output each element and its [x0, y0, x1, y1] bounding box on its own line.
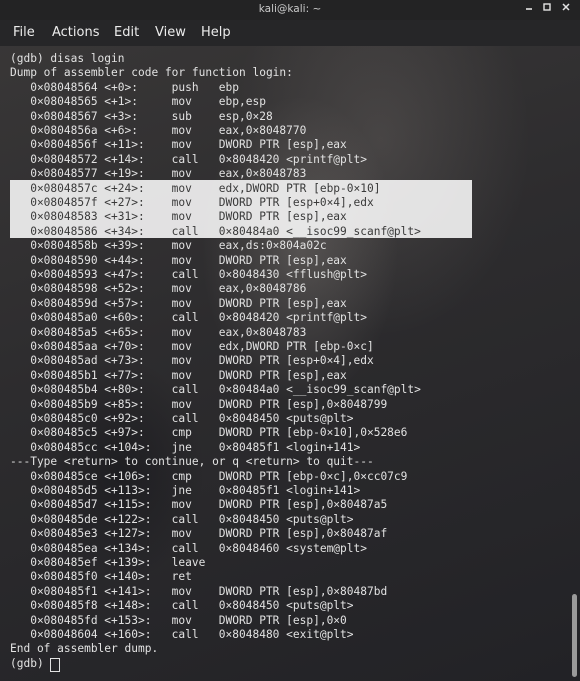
terminal-line: 0×080485a5 <+65>: mov eax,0×8048783: [10, 325, 307, 339]
close-icon: [559, 2, 573, 12]
terminal-line: 0×080485cc <+104>: jne 0×80485f1 <login+…: [10, 440, 361, 454]
terminal-output[interactable]: (gdb) disas login Dump of assembler code …: [0, 52, 580, 681]
terminal-line: 0×08048590 <+44>: mov DWORD PTR [esp],ea…: [10, 253, 347, 267]
menu-actions[interactable]: Actions: [52, 25, 100, 40]
terminal-line: 0×080485ea <+134>: call 0×8048460 <syste…: [10, 541, 367, 555]
terminal-line: 0×080485d7 <+115>: mov DWORD PTR [esp],0…: [10, 498, 388, 512]
terminal-line: 0×0804859d <+57>: mov DWORD PTR [esp],ea…: [10, 296, 347, 310]
terminal-line: 0×080485f0 <+140>: ret: [10, 570, 192, 584]
terminal-line: 0×08048586 <+34>: call 0×80484a0 <__isoc…: [10, 224, 421, 238]
terminal-line: 0×080485b4 <+80>: call 0×80484a0 <__isoc…: [10, 383, 421, 397]
terminal-line: 0×0804857f <+27>: mov DWORD PTR [esp+0×4…: [10, 196, 374, 209]
terminal-line: 0×080485ad <+73>: mov DWORD PTR [esp+0×4…: [10, 354, 374, 368]
terminal-line: 0×080485f1 <+141>: mov DWORD PTR [esp],0…: [10, 584, 388, 598]
terminal-line: (gdb) disas login: [10, 52, 125, 65]
terminal-line: 0×0804856f <+11>: mov DWORD PTR [esp],ea…: [10, 138, 347, 152]
terminal-line: 0×0804858b <+39>: mov eax,ds:0×804a02c: [10, 239, 327, 253]
close-button[interactable]: [559, 2, 573, 16]
terminal-line: 0×080485b1 <+77>: mov DWORD PTR [esp],ea…: [10, 368, 347, 382]
terminal-line: 0×08048572 <+14>: call 0×8048420 <printf…: [10, 152, 367, 166]
menu-file[interactable]: File: [13, 25, 35, 40]
terminal-line: 0×080485f8 <+148>: call 0×8048450 <puts@…: [10, 599, 354, 613]
terminal-line: 0×080485ef <+139>: leave: [10, 556, 206, 569]
text-cursor: [50, 657, 61, 672]
menu-view[interactable]: View: [155, 25, 186, 40]
terminal-line: 0×08048598 <+52>: mov eax,0×8048786: [10, 282, 307, 296]
terminal-line: 0×080485c0 <+92>: call 0×8048450 <puts@p…: [10, 412, 354, 425]
menu-edit[interactable]: Edit: [114, 25, 139, 40]
scrollbar-thumb[interactable]: [572, 594, 577, 677]
window-title: kali@kali: ~: [258, 3, 322, 15]
terminal-line: 0×080485d5 <+113>: jne 0×80485f1 <login+…: [10, 484, 361, 497]
terminal-line: 0×08048593 <+47>: call 0×8048430 <fflush…: [10, 268, 367, 281]
terminal-line: Dump of assembler code for function logi…: [10, 66, 293, 80]
prompt-line: (gdb): [10, 656, 51, 670]
title-bar: kali@kali: ~: [0, 0, 580, 20]
maximize-icon: [540, 2, 554, 12]
menu-help[interactable]: Help: [201, 25, 231, 40]
terminal-line: 0×0804857c <+24>: mov edx,DWORD PTR [ebp…: [10, 181, 381, 195]
terminal-line: 0×080485fd <+153>: mov DWORD PTR [esp],0…: [10, 613, 347, 627]
terminal-line: 0×080485aa <+70>: mov edx,DWORD PTR [ebp…: [10, 340, 374, 353]
terminal-line: 0×08048583 <+31>: mov DWORD PTR [esp],ea…: [10, 210, 347, 224]
terminal-line: 0×080485ce <+106>: cmp DWORD PTR [ebp-0×…: [10, 469, 408, 483]
terminal-line: 0×08048564 <+0>: push ebp: [10, 80, 240, 94]
terminal-line: ---Type <return> to continue, or q <retu…: [10, 455, 374, 469]
scrollbar[interactable]: [570, 46, 580, 681]
minimize-button[interactable]: [522, 2, 536, 16]
minimize-icon: [522, 2, 536, 12]
terminal-line: End of assembler dump.: [10, 642, 159, 656]
terminal-line: 0×08048565 <+1>: mov ebp,esp: [10, 95, 266, 109]
terminal-line: 0×08048604 <+160>: call 0×8048480 <exit@…: [10, 628, 354, 641]
menu-bar: File Actions Edit View Help: [0, 20, 580, 46]
terminal-line: 0×08048567 <+3>: sub esp,0×28: [10, 109, 273, 123]
maximize-button[interactable]: [540, 2, 554, 16]
terminal-line: 0×080485c5 <+97>: cmp DWORD PTR [ebp-0×1…: [10, 426, 408, 440]
terminal-line: 0×08048577 <+19>: mov eax,0×8048783: [10, 167, 307, 181]
terminal-line: 0×080485de <+122>: call 0×8048450 <puts@…: [10, 512, 354, 526]
terminal-line: 0×0804856a <+6>: mov eax,0×8048770: [10, 124, 307, 137]
terminal-line: 0×080485b9 <+85>: mov DWORD PTR [esp],0×…: [10, 397, 388, 411]
terminal-line: 0×080485a0 <+60>: call 0×8048420 <printf…: [10, 311, 367, 325]
terminal-line: 0×080485e3 <+127>: mov DWORD PTR [esp],0…: [10, 527, 388, 541]
